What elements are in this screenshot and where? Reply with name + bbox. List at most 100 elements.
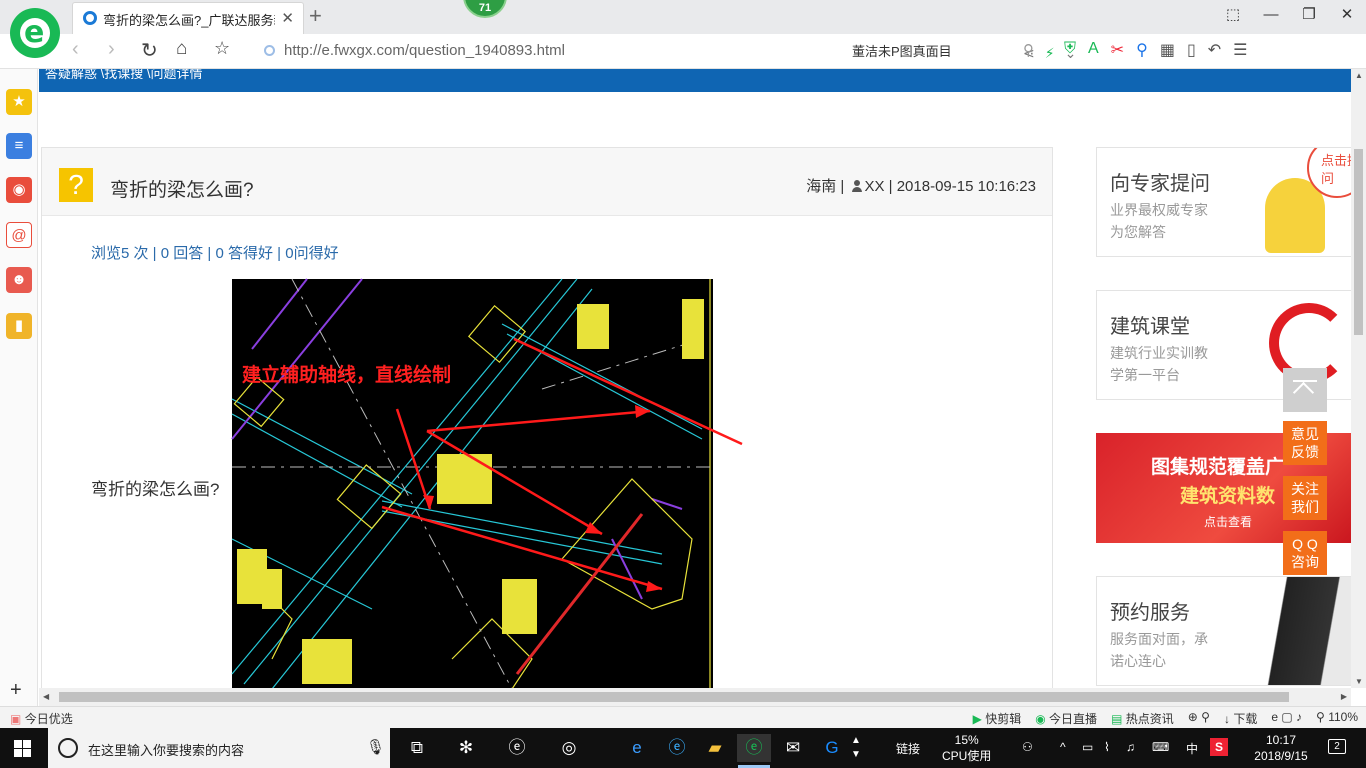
weibo-icon[interactable]: ◉ [6,177,32,203]
feedback-button[interactable]: 意见 反馈 [1283,421,1327,465]
lightning-icon[interactable]: ⚡ [1045,45,1055,62]
ie-browser-icon[interactable]: ⓔ [660,734,694,762]
status-tools[interactable]: ⊕ ⚲ [1188,710,1210,727]
url-text[interactable]: http://e.fwxgx.com/question_1940893.html [284,42,565,59]
skin-icon[interactable]: ⬚ [1214,0,1252,30]
email-icon[interactable]: @ [6,222,32,248]
360-browser-icon[interactable]: ⓔ [737,734,771,762]
add-sidebar-icon[interactable]: + [10,679,22,702]
question-body-text: 弯折的梁怎么画? [91,480,220,499]
status-download[interactable]: ↓ 下载 [1224,710,1257,727]
sogou-input-icon[interactable]: S [1210,738,1228,756]
feedback-label1: 意见 [1291,426,1319,442]
question-mark-icon: ? [59,168,93,202]
news-icon[interactable]: ≡ [6,133,32,159]
undo-icon[interactable]: ↶ [1208,40,1221,60]
taskbar-search-box[interactable]: 在这里输入你要搜索的内容 🎙 [48,728,390,768]
favorite-star-icon[interactable]: ☆ [214,38,230,59]
scissors-icon[interactable]: ✂ [1111,40,1124,60]
search-icon[interactable]: ⚲ [1023,41,1034,59]
site-nav-bar: 答疑解惑 \找课搜 \问题详情 [39,69,1351,92]
pin-icon: ⚲ [1201,710,1210,724]
home-icon[interactable]: ⌂ [176,38,187,60]
taskbar-scroll-icon[interactable]: ▲ ▼ [848,734,864,762]
restore-button[interactable]: ❐ [1290,0,1328,30]
vertical-scrollbar[interactable]: ▲ ▼ [1351,69,1366,688]
notes-icon[interactable]: ▮ [6,313,32,339]
clock[interactable]: 10:17 2018/9/15 [1250,732,1312,764]
zoom-level: 110% [1328,710,1358,724]
scroll-up-arrow-icon[interactable]: ▲ [1355,71,1363,80]
people-icon[interactable]: ⚇ [1022,740,1033,754]
status-daily-pick[interactable]: ▣ 今日优选 [10,710,73,727]
battery-icon[interactable]: ▭ [1082,740,1093,754]
task-view-icon[interactable]: ⧉ [400,734,434,762]
edge-app-icon[interactable]: e [620,734,654,762]
reader-mode-icon[interactable]: ▯ [1187,40,1196,60]
status-live[interactable]: ◉ 今日直播 [1035,710,1097,727]
magnifier-icon[interactable]: ⚲ [1136,40,1148,60]
notification-center-icon[interactable]: 2 [1328,739,1346,754]
minimize-button[interactable]: — [1252,0,1290,30]
tray-expand-icon[interactable]: ^ [1060,740,1066,754]
status-quick-clip[interactable]: ▶ 快剪辑 [973,710,1022,727]
qq-consult-button[interactable]: Q Q 咨询 [1283,531,1327,575]
ie-app-icon[interactable]: ⓔ [500,734,534,762]
apps-grid-icon[interactable]: ▦ [1160,40,1175,60]
g-app-icon[interactable]: G [815,734,849,762]
favorites-icon[interactable]: ★ [6,89,32,115]
username[interactable]: XX [864,178,884,195]
security-shield-icon[interactable]: ⛨ [1064,40,1076,60]
cad-screenshot-image[interactable]: 建立辅助轴线，直线绘制 [231,278,743,688]
menu-icon[interactable]: ☰ [1233,40,1247,60]
cpu-label: CPU使用 [942,749,992,763]
tab-close-icon[interactable]: ✕ [281,9,294,27]
close-window-button[interactable]: ✕ [1328,0,1366,30]
clock-time: 10:17 [1265,733,1297,747]
horizontal-scrollbar[interactable]: ◀ ▶ [39,688,1351,706]
speed-ball-badge[interactable]: 71 [463,0,507,18]
speaker-icon[interactable]: ♫ [1126,740,1135,754]
back-icon[interactable]: ‹ [72,38,79,61]
scroll-right-arrow-icon[interactable]: ▶ [1341,692,1347,701]
status-zoom[interactable]: ⚲ 110% [1316,710,1358,727]
horizontal-scroll-thumb[interactable] [59,692,1289,702]
link-label[interactable]: 链接 [896,740,920,757]
banner-view-button[interactable]: 点击查看 [1204,513,1252,530]
ad-appointment[interactable]: 预约服务 服务面对面，承 诺心连心 [1096,576,1351,686]
address-bar[interactable]: http://e.fwxgx.com/question_1940893.html… [258,38,1076,64]
follow-label2: 我们 [1291,499,1319,515]
microphone-icon[interactable]: 🎙 [366,738,385,756]
pinwheel-app-icon[interactable]: ✻ [449,734,483,762]
status-hot-news[interactable]: ▤ 热点资讯 [1111,710,1174,727]
search-suggestion[interactable]: 董洁未P图真面目 [852,44,952,59]
refresh-icon[interactable]: ↻ [141,38,158,63]
scroll-down-arrow-icon[interactable]: ▼ [1355,677,1363,686]
status-misc[interactable]: e ▢ ♪ [1271,710,1302,727]
mail-app-icon[interactable]: ✉ [776,734,810,762]
vertical-scroll-thumb[interactable] [1354,149,1363,335]
ad-service-sub2: 诺心连心 [1110,653,1166,669]
follow-us-button[interactable]: 关注 我们 [1283,476,1327,520]
file-explorer-icon[interactable]: ▰ [698,734,732,762]
tab-active[interactable]: 弯折的梁怎么画?_广联达服务新 ✕ [72,2,304,34]
cpu-usage[interactable]: 15% CPU使用 [942,732,991,764]
translate-icon[interactable]: A [1088,40,1099,60]
game-icon[interactable]: ☻ [6,267,32,293]
breadcrumb[interactable]: 答疑解惑 \找课搜 \问题详情 [45,69,202,82]
status-bar: ▣ 今日优选 ▶ 快剪辑 ◉ 今日直播 ▤ 热点资讯 ⊕ ⚲ ↓ 下载 e ▢ … [0,706,1366,728]
search-box[interactable]: 董洁未P图真面目 ⚲ [852,41,1042,63]
taskbar-search-placeholder[interactable]: 在这里输入你要搜索的内容 [88,740,244,759]
network-icon[interactable]: ⌇ [1104,740,1110,754]
zoom-icon: ⚲ [1316,710,1325,724]
forward-icon[interactable]: › [108,38,115,61]
spiral-app-icon[interactable]: ◎ [552,734,586,762]
back-to-top-button[interactable] [1283,368,1327,412]
browser-logo-icon[interactable]: e [10,8,60,58]
scroll-left-arrow-icon[interactable]: ◀ [43,692,49,701]
ime-indicator[interactable]: 中 [1186,740,1198,757]
keyboard-icon[interactable]: ⌨ [1152,740,1169,754]
windows-start-icon[interactable] [14,740,31,757]
ad-ask-expert[interactable]: 向专家提问 业界最权威专家 为您解答 点击提问 [1096,147,1351,257]
new-tab-button[interactable]: + [309,3,322,29]
